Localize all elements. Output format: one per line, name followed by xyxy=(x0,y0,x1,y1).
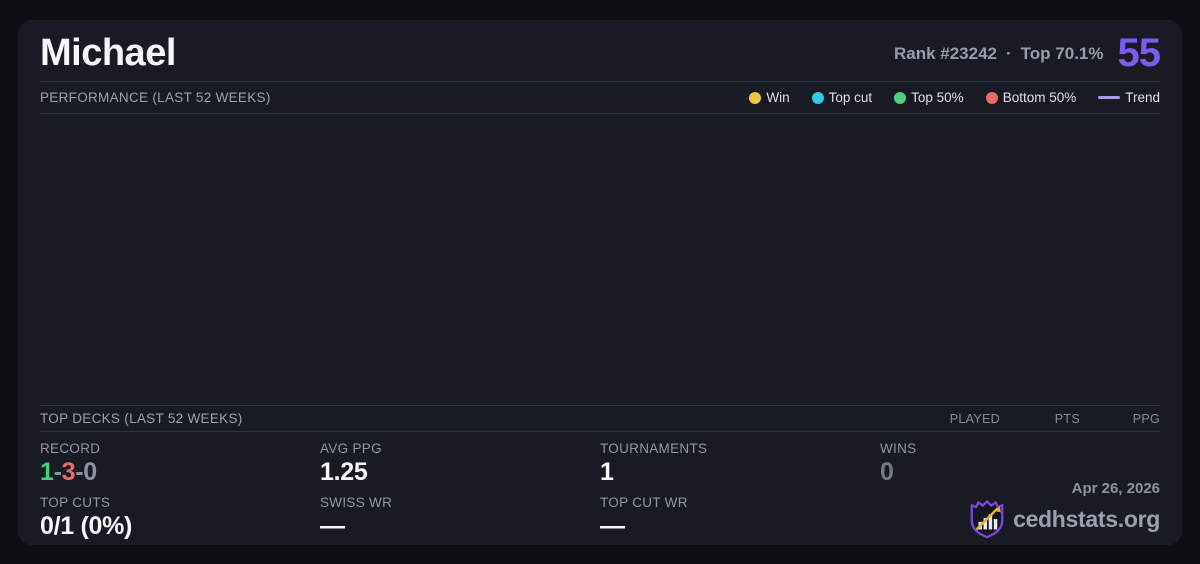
performance-header: PERFORMANCE (LAST 52 WEEKS) Win Top cut … xyxy=(40,82,1160,114)
stat-record: RECORD 1-3-0 xyxy=(40,438,320,492)
stat-tournaments: TOURNAMENTS 1 xyxy=(600,438,880,492)
card-footer: Apr 26, 2026 cedhstats.org xyxy=(968,480,1160,539)
player-score: 55 xyxy=(1117,31,1161,75)
stat-top-cuts: TOP CUTS 0/1 (0%) xyxy=(40,492,320,546)
cedhstats-shield-logo-icon xyxy=(970,500,1004,539)
player-name: Michael xyxy=(40,32,176,74)
legend-item-trend: Trend xyxy=(1098,90,1160,105)
stat-label: AVG PPG xyxy=(320,441,382,456)
avg-ppg-value: 1.25 xyxy=(320,458,368,486)
legend-label: Bottom 50% xyxy=(1002,90,1077,105)
legend-label: Win xyxy=(766,90,790,105)
legend-label: Trend xyxy=(1125,90,1160,105)
column-header-ppg: PPG xyxy=(1132,411,1160,426)
record-value: 1-3-0 xyxy=(40,458,320,487)
brand-block: cedhstats.org xyxy=(968,499,1160,539)
header-rank-block: Rank #23242 · Top 70.1% 55 xyxy=(894,31,1161,76)
percentile-label: Top 70.1% xyxy=(1020,43,1104,63)
legend-item-win: Win xyxy=(749,90,790,105)
stat-label: TOP CUT WR xyxy=(600,494,688,510)
rank-line: Rank #23242 · Top 70.1% xyxy=(894,44,1104,64)
legend-item-top-50: Top 50% xyxy=(894,90,964,105)
legend-item-bottom-50: Bottom 50% xyxy=(985,90,1077,105)
stats-grid: RECORD 1-3-0 AVG PPG 1.25 TOURNAMENTS 1 … xyxy=(40,432,1160,545)
stat-avg-ppg: AVG PPG 1.25 xyxy=(320,438,600,492)
performance-title: PERFORMANCE (LAST 52 WEEKS) xyxy=(40,90,271,105)
stat-label: TOURNAMENTS xyxy=(600,441,708,456)
stat-swiss-wr: SWISS WR — xyxy=(320,492,600,546)
stat-label: SWISS WR xyxy=(320,494,393,510)
record-draws: 0 xyxy=(83,458,97,486)
tournaments-value: 1 xyxy=(600,458,614,486)
top-decks-header: TOP DECKS (LAST 52 WEEKS) PLAYED PTS PPG xyxy=(40,406,1160,432)
bottom-50-dot-icon xyxy=(985,91,998,104)
brand-name: cedhstats.org xyxy=(1013,505,1160,532)
column-header-played: PLAYED xyxy=(949,411,1000,426)
legend-label: Top 50% xyxy=(911,90,964,105)
player-stats-card: Michael Rank #23242 · Top 70.1% 55 PERFO… xyxy=(18,20,1182,545)
stat-label: TOP CUTS xyxy=(40,494,111,510)
rank-label: Rank #23242 xyxy=(893,43,997,63)
performance-chart-area xyxy=(40,114,1160,406)
record-wins: 1 xyxy=(40,458,54,486)
record-losses: 3 xyxy=(61,458,76,486)
stat-label: WINS xyxy=(880,441,917,456)
top-cuts-value: 0/1 (0%) xyxy=(40,511,133,540)
top-cut-dot-icon xyxy=(811,91,824,104)
rank-separator: · xyxy=(1006,43,1012,63)
top-decks-title: TOP DECKS (LAST 52 WEEKS) xyxy=(40,411,243,426)
column-header-pts: PTS xyxy=(1054,411,1080,426)
top-cut-wr-value: — xyxy=(600,511,625,540)
legend-item-top-cut: Top cut xyxy=(811,90,873,105)
swiss-wr-value: — xyxy=(320,511,345,540)
stat-label: RECORD xyxy=(40,441,101,456)
legend-label: Top cut xyxy=(828,90,873,105)
record-separator: - xyxy=(53,458,62,486)
card-header: Michael Rank #23242 · Top 70.1% 55 xyxy=(40,20,1161,82)
report-date: Apr 26, 2026 xyxy=(1071,480,1160,497)
stat-top-cut-wr: TOP CUT WR — xyxy=(600,492,880,546)
win-dot-icon xyxy=(749,91,762,104)
chart-legend: Win Top cut Top 50% Bottom 50% Trend xyxy=(749,90,1160,105)
top-decks-columns: PLAYED PTS PPG xyxy=(920,412,1160,426)
trend-line-icon xyxy=(1098,96,1121,99)
top-50-dot-icon xyxy=(894,91,907,104)
